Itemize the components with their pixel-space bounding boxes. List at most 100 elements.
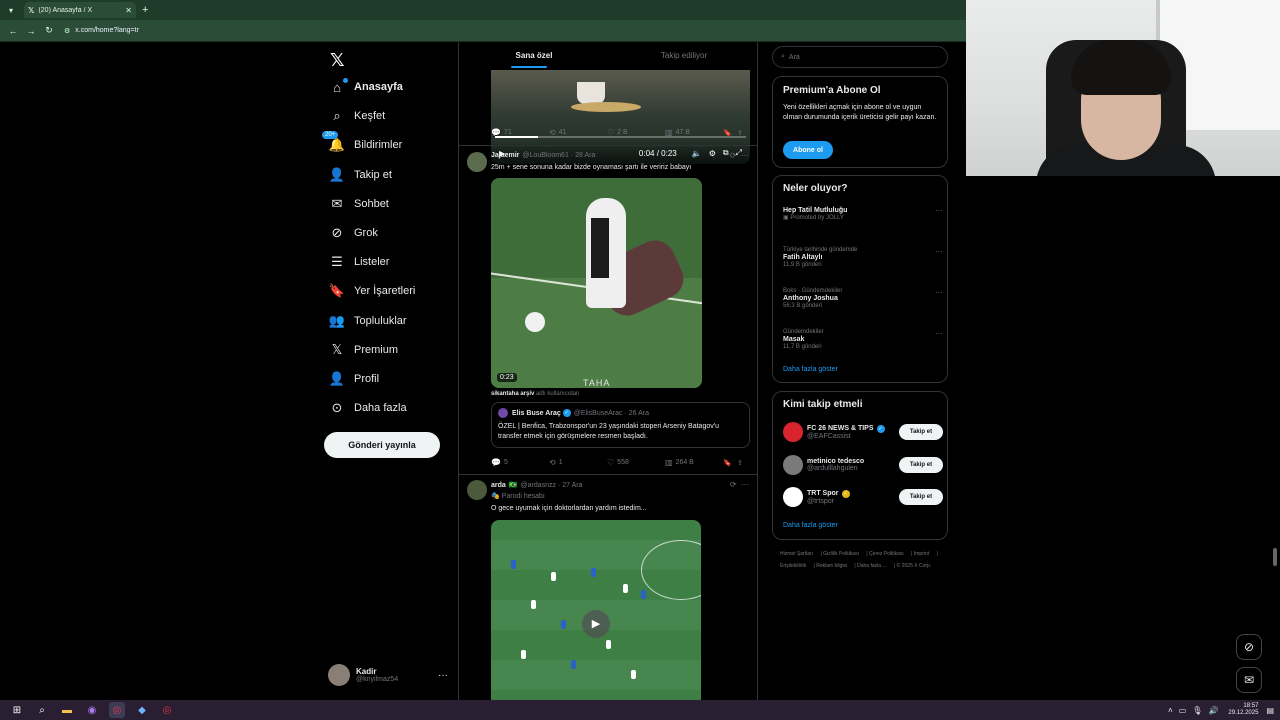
more-icon[interactable]: ··· xyxy=(438,670,448,681)
more-icon[interactable]: ··· xyxy=(935,247,943,256)
forward-icon[interactable]: → xyxy=(26,26,36,36)
nav-item[interactable]: 👤 Profil xyxy=(328,368,379,390)
repost-button[interactable]: ⟲ 41 xyxy=(549,128,607,137)
volume-icon[interactable]: 🔈 xyxy=(692,149,702,158)
trend-item[interactable]: Türkiye tarihinde gündemde Fatih Altaylı 1… xyxy=(783,247,943,268)
nav-item[interactable]: 👥 Topluluklar xyxy=(328,310,407,332)
tweet-video[interactable]: 0:23 TAHA xyxy=(491,178,702,388)
settings-icon[interactable]: ⚙ xyxy=(709,149,716,158)
close-tab-icon[interactable]: ✕ xyxy=(125,6,132,15)
like-button[interactable]: ♡ 558 xyxy=(607,458,665,467)
footer-link[interactable]: Daha fazla ... xyxy=(857,563,886,569)
avatar[interactable] xyxy=(467,480,487,500)
app-icon[interactable]: ◎ xyxy=(159,702,175,718)
nav-item[interactable]: 𝕏 Premium xyxy=(328,339,398,361)
trend-item[interactable]: Hep Tatil Mutluluğu ▣ Promoted by JOLLY ··… xyxy=(783,206,943,221)
trend-item[interactable]: Gündemdekiler Masak 11,7 B gönderi ··· xyxy=(783,329,943,350)
more-icon[interactable]: ··· xyxy=(935,329,943,338)
reply-button[interactable]: 💬 5 xyxy=(491,458,549,467)
volume-icon[interactable]: 🔊 xyxy=(1208,706,1218,715)
scrollbar[interactable] xyxy=(1273,548,1277,566)
notifications-icon[interactable]: ▤ xyxy=(1266,706,1274,715)
nav-item[interactable]: ⌕ Keşfet xyxy=(328,105,385,127)
search-icon[interactable]: ⌕ xyxy=(34,702,50,718)
suggested-account[interactable]: FC 26 NEWS & TIPS ✓ @EAFCassist Takip et xyxy=(783,422,943,442)
bookmark-icon[interactable]: 🔖 xyxy=(723,459,737,467)
more-icon[interactable]: ··· xyxy=(935,206,943,215)
source-user[interactable]: sikantaha arşiv xyxy=(491,391,534,397)
nav-item[interactable]: ⌂ Anasayfa xyxy=(328,76,403,98)
footer-link[interactable]: Imprint xyxy=(914,551,929,557)
clock[interactable]: 18:57 29.12.2025 xyxy=(1228,703,1258,717)
network-icon[interactable]: ▭ xyxy=(1179,706,1187,715)
tweet-date[interactable]: 28 Ara xyxy=(575,152,595,159)
follow-button[interactable]: Takip et xyxy=(899,489,943,505)
browser-tab[interactable]: 𝕏 (20) Anasayfa / X ✕ xyxy=(24,2,136,18)
avatar[interactable] xyxy=(467,152,487,172)
messages-floating-button[interactable]: ✉ xyxy=(1236,667,1262,693)
tweet-handle[interactable]: @LouBloom61 xyxy=(522,152,568,159)
chevron-up-icon[interactable]: ˄ xyxy=(1168,706,1173,715)
search-input[interactable]: ⌕ Ara xyxy=(772,46,948,68)
nav-item[interactable]: 🔖 Yer İşaretleri xyxy=(328,280,415,302)
video-player[interactable]: ▶ 0:04 / 0:23 🔈 ⚙ ⧉ ⤢ xyxy=(491,70,750,164)
footer-link[interactable]: © 2025 X Corp. xyxy=(897,563,932,569)
tweet-author-name[interactable]: Jajaemir xyxy=(491,152,519,159)
popout-icon[interactable]: ⧉ xyxy=(723,148,729,158)
play-icon[interactable]: ▶ xyxy=(582,610,610,638)
views-button[interactable]: ▥ 47 B xyxy=(665,128,723,137)
reload-icon[interactable]: ↻ xyxy=(44,25,54,36)
account-switcher[interactable]: Kadir @knyilmaz54 ··· xyxy=(328,664,448,686)
new-tab-button[interactable]: + xyxy=(142,4,148,16)
more-icon[interactable]: ··· xyxy=(741,151,749,160)
views-button[interactable]: ▥ 264 B xyxy=(665,458,723,467)
share-icon[interactable]: ⇪ xyxy=(737,129,743,137)
subscribe-button[interactable]: Abone ol xyxy=(783,141,833,159)
trend-item[interactable]: Boks · Gündemdekiler Anthony Joshua 56,3 B… xyxy=(783,288,943,309)
tweet-video[interactable]: ▶ xyxy=(491,520,701,700)
nav-item[interactable]: 🔔 20+ Bildirimler xyxy=(322,131,402,156)
tab-list-button[interactable]: ▾ xyxy=(4,3,18,17)
more-icon[interactable]: ··· xyxy=(935,288,943,297)
footer-link[interactable]: Çerez Politikası xyxy=(869,551,904,557)
nav-item[interactable]: ✉ Sohbet xyxy=(328,193,389,215)
nav-item[interactable]: 👤 Takip et xyxy=(328,164,392,186)
nav-item[interactable]: ⊙ Daha fazla xyxy=(328,397,407,419)
grok-icon[interactable]: ⟳ xyxy=(730,151,737,160)
footer-link[interactable]: Erişilebilirlik xyxy=(780,563,806,569)
chrome-icon[interactable]: ◎ xyxy=(109,702,125,718)
file-explorer-icon[interactable]: ▬ xyxy=(59,702,75,718)
reply-button[interactable]: 💬 71 xyxy=(491,128,549,137)
footer-link[interactable]: Reklam bilgisi xyxy=(816,563,847,569)
site-info-icon[interactable]: ⚙ xyxy=(64,27,70,35)
follow-button[interactable]: Takip et xyxy=(899,456,943,473)
quoted-tweet[interactable]: Elis Buse Araç ✓ @ElisBuseArac · 26 Ara … xyxy=(491,402,750,448)
tweet-date[interactable]: 27 Ara xyxy=(562,482,582,489)
more-icon[interactable]: ··· xyxy=(741,480,749,489)
microphone-icon[interactable]: 🎙 xyxy=(1192,706,1202,715)
footer-link[interactable]: Hizmet Şartları xyxy=(780,551,813,557)
follow-button[interactable]: Takip et xyxy=(899,424,943,440)
share-icon[interactable]: ⇪ xyxy=(737,459,743,467)
back-icon[interactable]: ← xyxy=(8,26,18,36)
footer-link[interactable]: Gizlilik Politikası xyxy=(823,551,859,557)
suggested-account[interactable]: metinico tedesco @ardulllahgulen Takip et xyxy=(783,454,943,475)
suggested-account[interactable]: TRT Spor ✓ @trtspor Takip et xyxy=(783,487,943,507)
tab-following[interactable]: Takip ediliyor xyxy=(609,42,757,70)
app-icon[interactable]: ◉ xyxy=(84,702,100,718)
show-more-link[interactable]: Daha fazla göster xyxy=(783,366,838,373)
nav-item[interactable]: ☰ Listeler xyxy=(328,251,389,273)
windows-start-icon[interactable]: ⊞ xyxy=(9,702,25,718)
show-more-link[interactable]: Daha fazla göster xyxy=(783,522,838,529)
x-logo-icon[interactable]: 𝕏 xyxy=(330,50,345,71)
tweet-author-name[interactable]: arda xyxy=(491,482,506,489)
repost-button[interactable]: ⟲ 1 xyxy=(549,458,607,467)
grok-icon[interactable]: ⟳ xyxy=(730,480,737,489)
nav-item[interactable]: ⊘ Grok xyxy=(328,222,378,244)
grok-floating-button[interactable]: ⊘ xyxy=(1236,634,1262,660)
like-button[interactable]: ♡ 2 B xyxy=(607,128,665,137)
tweet-handle[interactable]: @ardasnzz xyxy=(521,482,557,489)
tab-for-you[interactable]: Sana özel xyxy=(459,42,609,70)
url-field[interactable]: ⚙ x.com/home?lang=tr xyxy=(64,27,139,35)
post-button[interactable]: Gönderi yayınla xyxy=(324,432,440,458)
